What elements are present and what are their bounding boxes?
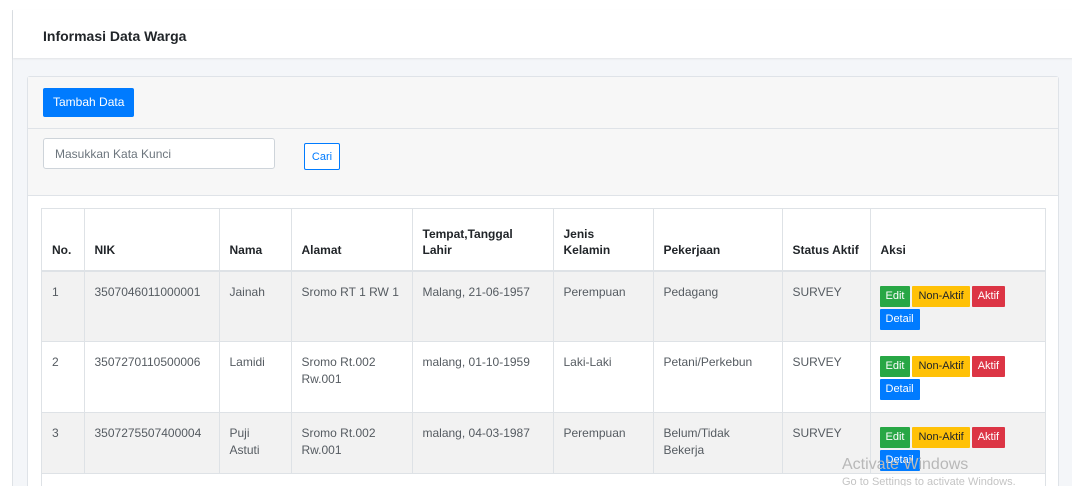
cell-nama: Jainah	[219, 271, 292, 342]
nonaktif-button[interactable]: Non-Aktif	[912, 355, 970, 377]
cell-pekerjaan: Petani/Perkebun	[653, 341, 783, 413]
cell-ttl: malang, 04-03-1987	[412, 412, 554, 474]
table-row: 2 3507270110500006 Lamidi Sromo Rt.002 R…	[42, 341, 1045, 413]
cell-nama: Puji Astuti	[219, 412, 292, 474]
col-header-aksi: Aksi	[870, 209, 1045, 272]
page-header: Informasi Data Warga	[13, 10, 1072, 58]
cell-alamat: Sromo Rt.002 Rw.001	[291, 412, 413, 474]
table-header-row: No. NIK Nama Alamat Tempat,Tanggal Lahir…	[42, 209, 1045, 272]
cell-nik: 3507046011000001	[84, 271, 220, 342]
cell-nik: 3507270110500006	[84, 341, 220, 413]
col-header-pekerjaan: Pekerjaan	[653, 209, 783, 272]
cell-no: 3	[42, 412, 85, 474]
cell-nama: Lamidi	[219, 341, 292, 413]
detail-button[interactable]: Detail	[879, 309, 920, 330]
cell-ttl: malang, 01-10-1959	[412, 341, 554, 413]
col-header-nama: Nama	[219, 209, 292, 272]
cell-pekerjaan: Belum/Tidak Bekerja	[653, 412, 783, 474]
cell-status: SURVEY	[782, 271, 871, 342]
aktif-button[interactable]: Aktif	[971, 426, 1006, 448]
cell-pekerjaan: Pedagang	[653, 271, 783, 342]
edit-button[interactable]: Edit	[879, 286, 911, 307]
page-title: Informasi Data Warga	[43, 28, 187, 44]
cell-status: SURVEY	[782, 412, 871, 474]
aktif-button[interactable]: Aktif	[971, 286, 1006, 307]
cell-aksi: Edit Non-Aktif Aktif Detail	[870, 271, 1045, 342]
cell-nik: 3507275507400004	[84, 412, 220, 474]
detail-button[interactable]: Detail	[879, 378, 920, 400]
nonaktif-button[interactable]: Non-Aktif	[912, 426, 970, 448]
cell-no: 2	[42, 341, 85, 413]
content-wrapper: Informasi Data Warga Tambah Data Cari	[12, 10, 1072, 486]
edit-button[interactable]: Edit	[879, 426, 911, 448]
cell-jenis-kelamin: Laki-Laki	[553, 341, 654, 413]
col-header-status: Status Aktif	[782, 209, 871, 272]
cell-aksi: Edit Non-Aktif Aktif Detail	[870, 341, 1045, 413]
aktif-button[interactable]: Aktif	[971, 355, 1006, 377]
cell-jenis-kelamin: Perempuan	[553, 271, 654, 342]
search-bar: Cari	[28, 129, 1058, 196]
edit-button[interactable]: Edit	[879, 355, 911, 377]
cell-status: SURVEY	[782, 341, 871, 413]
col-header-no: No.	[42, 209, 85, 272]
table-row: 1 3507046011000001 Jainah Sromo RT 1 RW …	[42, 271, 1045, 342]
cell-alamat: Sromo RT 1 RW 1	[291, 271, 413, 342]
col-header-ttl: Tempat,Tanggal Lahir	[412, 209, 554, 272]
cell-aksi: Edit Non-Aktif Aktif Detail	[870, 412, 1045, 474]
search-input[interactable]	[43, 138, 275, 169]
citizen-table: No. NIK Nama Alamat Tempat,Tanggal Lahir…	[42, 209, 1045, 474]
detail-button[interactable]: Detail	[879, 449, 920, 471]
nonaktif-button[interactable]: Non-Aktif	[912, 286, 970, 307]
cell-alamat: Sromo Rt.002 Rw.001	[291, 341, 413, 413]
table-row: 3 3507275507400004 Puji Astuti Sromo Rt.…	[42, 412, 1045, 474]
cell-ttl: Malang, 21-06-1957	[412, 271, 554, 342]
col-header-nik: NIK	[84, 209, 220, 272]
data-card: Tambah Data Cari	[27, 76, 1059, 486]
cell-no: 1	[42, 271, 85, 342]
search-button[interactable]: Cari	[304, 143, 340, 170]
col-header-alamat: Alamat	[291, 209, 413, 272]
card-toolbar: Tambah Data	[28, 77, 1058, 129]
citizen-table-wrapper: No. NIK Nama Alamat Tempat,Tanggal Lahir…	[41, 208, 1046, 486]
top-strip	[12, 0, 1072, 10]
col-header-jenis-kelamin: Jenis Kelamin	[553, 209, 654, 272]
cell-jenis-kelamin: Perempuan	[553, 412, 654, 474]
add-data-button[interactable]: Tambah Data	[43, 88, 135, 117]
